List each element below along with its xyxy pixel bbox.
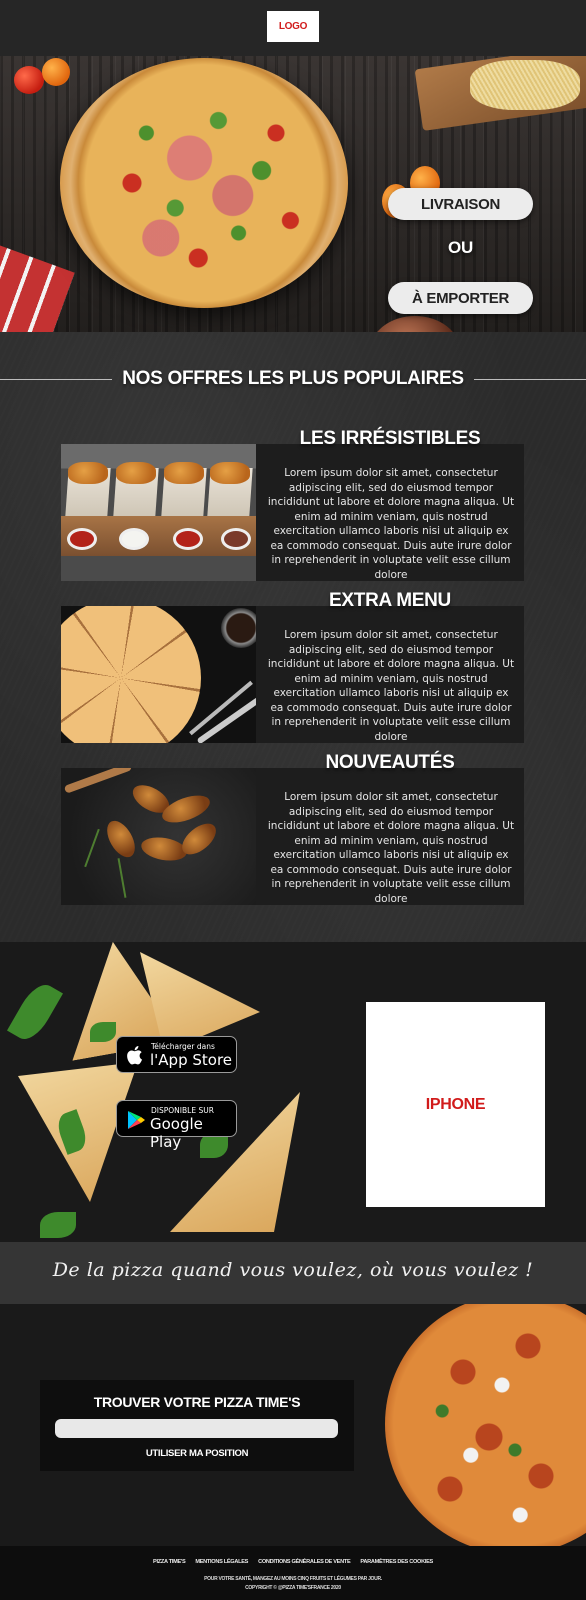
divider xyxy=(473,378,586,380)
app-store-caption: Télécharger dans xyxy=(151,1042,215,1051)
google-play-icon xyxy=(128,1111,145,1129)
hero-pizza-image xyxy=(60,58,348,308)
divider xyxy=(0,378,113,380)
grated-cheese-image xyxy=(470,60,580,110)
tomato-image xyxy=(14,66,44,94)
pepperoni-pizza-image xyxy=(385,1304,586,1546)
napkin-image xyxy=(0,245,75,332)
store-finder-box: TROUVER VOTRE PIZZA TIME'S UTILISER MA P… xyxy=(40,1380,354,1471)
google-play-caption: DISPONIBLE SUR xyxy=(151,1106,214,1115)
offers-title: NOS OFFRES LES PLUS POPULAIRES xyxy=(122,368,464,389)
app-store-label: l'App Store xyxy=(150,1051,233,1069)
app-store-button[interactable]: Télécharger dans l'App Store xyxy=(116,1036,237,1073)
location-search-input[interactable] xyxy=(55,1419,338,1438)
or-text: OU xyxy=(448,238,473,257)
apple-icon xyxy=(127,1046,143,1065)
offer-description: Lorem ipsum dolor sit amet, consectetur … xyxy=(267,791,515,905)
footer-link-legal[interactable]: MENTIONS LÉGALES xyxy=(195,1559,248,1565)
chicken-wings-image xyxy=(61,768,256,905)
footer-link-brand[interactable]: PIZZA TIME'S xyxy=(153,1559,186,1565)
finder-title: TROUVER VOTRE PIZZA TIME'S xyxy=(93,1394,301,1410)
footer-links: PIZZA TIME'S MENTIONS LÉGALES CONDITIONS… xyxy=(0,1559,586,1565)
site-footer: PIZZA TIME'S MENTIONS LÉGALES CONDITIONS… xyxy=(0,1546,586,1600)
offer-title: NOUVEAUTÉS xyxy=(325,752,455,773)
logo[interactable]: LOGO xyxy=(267,11,319,42)
footer-link-terms[interactable]: CONDITIONS GÉNÉRALES DE VENTE xyxy=(258,1559,351,1565)
pizza-slices-image xyxy=(61,606,256,743)
use-my-location-link[interactable]: UTILISER MA POSITION xyxy=(40,1448,354,1459)
google-play-button[interactable]: DISPONIBLE SUR Google Play xyxy=(116,1100,237,1151)
phone-mockup-placeholder: IPHONE xyxy=(366,1002,545,1207)
hero-banner: LIVRAISON OU À EMPORTER xyxy=(0,56,586,332)
offer-card-extra-menu[interactable]: EXTRA MENU Lorem ipsum dolor sit amet, c… xyxy=(61,590,524,743)
takeaway-button[interactable]: À EMPORTER xyxy=(388,282,533,314)
google-play-label: Google Play xyxy=(150,1115,203,1151)
offer-title: EXTRA MENU xyxy=(329,590,451,611)
copyright: COPYRIGHT © @PIZZA TIME'SFRANCE 2020 xyxy=(245,1585,341,1591)
fried-food-image xyxy=(61,444,256,581)
footer-link-cookies[interactable]: PARAMÈTRES DES COOKIES xyxy=(360,1559,433,1565)
section-heading: NOS OFFRES LES PLUS POPULAIRES xyxy=(0,364,586,394)
basil-leaf-image xyxy=(40,1212,76,1238)
offer-card-nouveautes[interactable]: NOUVEAUTÉS Lorem ipsum dolor sit amet, c… xyxy=(61,752,524,905)
tagline-banner: De la pizza quand vous voulez, où vous v… xyxy=(0,1242,586,1304)
offer-title: LES IRRÉSISTIBLES xyxy=(299,428,481,449)
delivery-button[interactable]: LIVRAISON xyxy=(388,188,533,220)
offer-description: Lorem ipsum dolor sit amet, consectetur … xyxy=(267,467,515,581)
offer-card-irresistibles[interactable]: LES IRRÉSISTIBLES Lorem ipsum dolor sit … xyxy=(61,428,524,581)
tagline: De la pizza quand vous voulez, où vous v… xyxy=(52,1259,534,1281)
health-notice: POUR VOTRE SANTÉ, MANGEZ AU MOINS CINQ F… xyxy=(204,1576,382,1582)
basil-leaf-image xyxy=(90,1022,116,1042)
tomato-image xyxy=(42,58,70,86)
basil-leaf-image xyxy=(7,978,63,1046)
copper-pot-image xyxy=(370,316,460,332)
offers-section: NOS OFFRES LES PLUS POPULAIRES LES IRRÉS… xyxy=(0,332,586,942)
site-header: LOGO xyxy=(0,0,586,56)
offer-description: Lorem ipsum dolor sit amet, consectetur … xyxy=(267,629,515,743)
